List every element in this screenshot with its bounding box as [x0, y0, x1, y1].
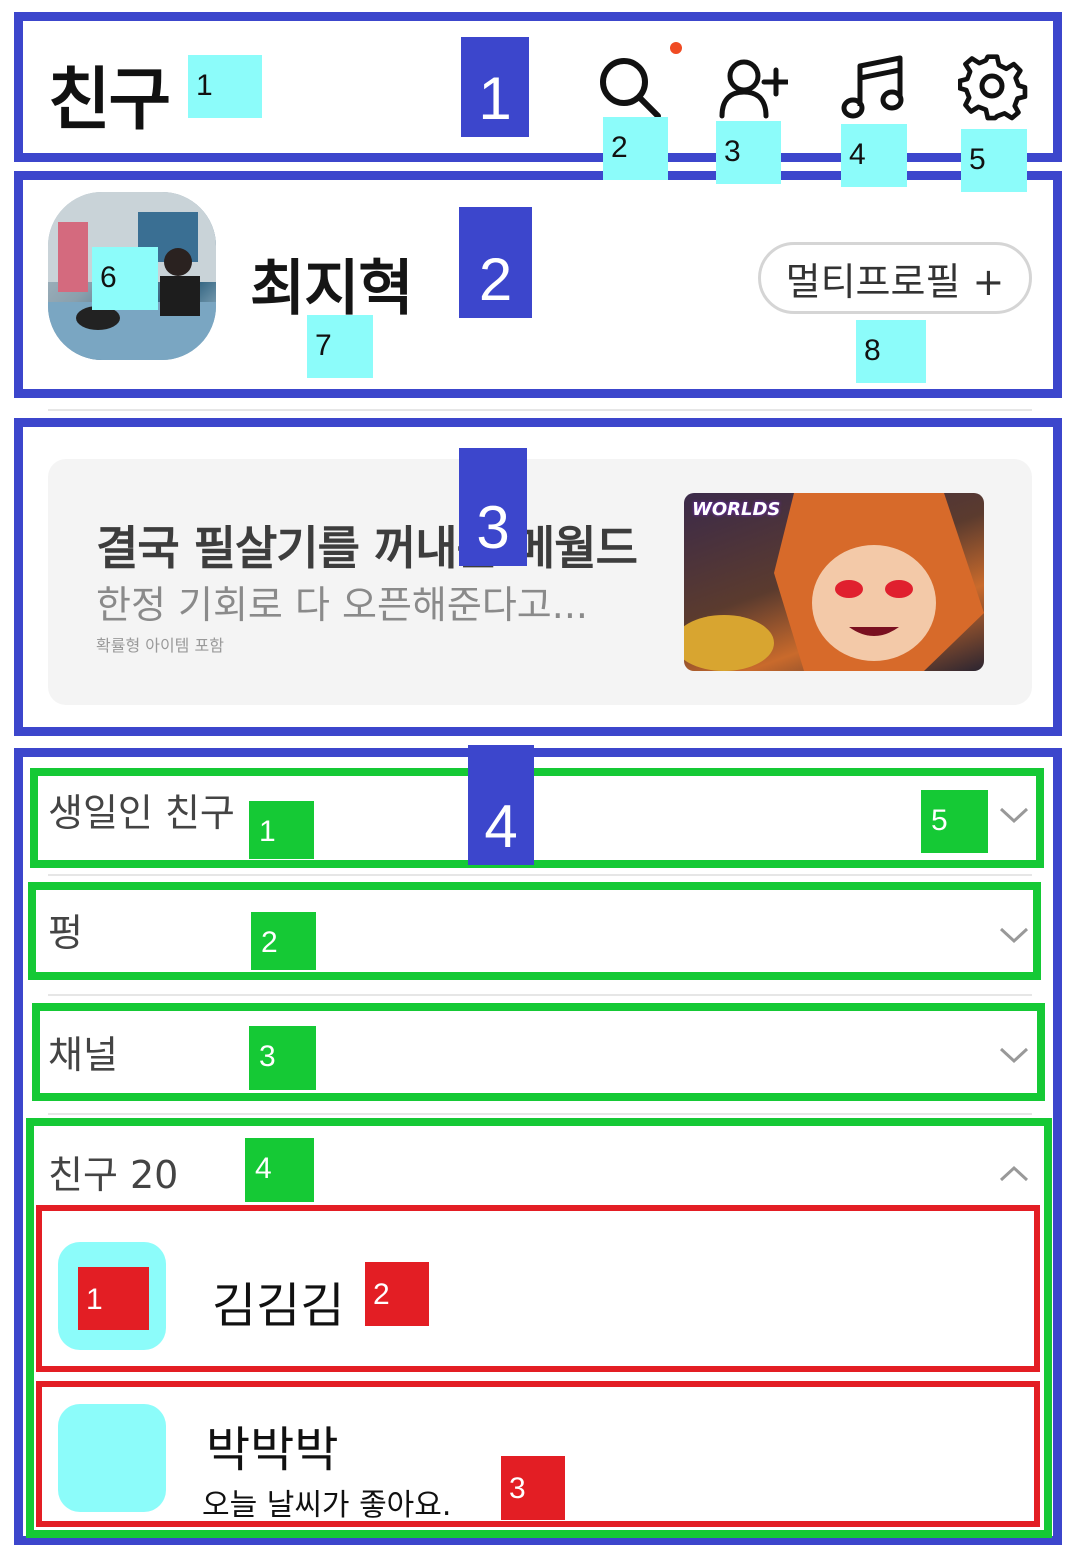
annotation-box-blue-3: [14, 418, 1062, 736]
annotation-box-green-3: [32, 1003, 1045, 1101]
annotation-label-cyan-6: 6: [92, 247, 158, 310]
annotation-label-green-3: 3: [249, 1026, 316, 1090]
annotation-label-red-3: 3: [501, 1456, 565, 1520]
annotation-label-cyan-3: 3: [716, 121, 781, 184]
annotation-label-green-4: 4: [245, 1138, 314, 1202]
divider: [48, 409, 1032, 411]
annotation-label-cyan-1: 1: [188, 55, 262, 118]
annotation-label-blue-4: 4: [468, 745, 534, 865]
annotation-label-green-5: 5: [921, 790, 988, 853]
annotation-label-cyan-2: 2: [603, 117, 668, 180]
annotation-box-red-friend-1: [36, 1205, 1040, 1372]
annotation-label-cyan-5: 5: [961, 129, 1027, 192]
annotation-label-blue-1: 1: [461, 37, 529, 137]
annotation-label-blue-3: 3: [459, 448, 527, 566]
annotation-label-cyan-8: 8: [856, 320, 926, 383]
annotation-box-green-2: [28, 882, 1041, 980]
annotation-label-cyan-7: 7: [307, 315, 373, 378]
annotation-label-red-1: 1: [78, 1267, 149, 1330]
annotation-box-green-1: [30, 768, 1044, 868]
annotation-label-green-2: 2: [251, 912, 316, 970]
annotation-label-red-2: 2: [365, 1262, 429, 1326]
annotation-label-blue-2: 2: [459, 207, 532, 318]
annotation-label-cyan-4: 4: [841, 124, 907, 187]
annotation-label-green-1: 1: [249, 801, 314, 859]
